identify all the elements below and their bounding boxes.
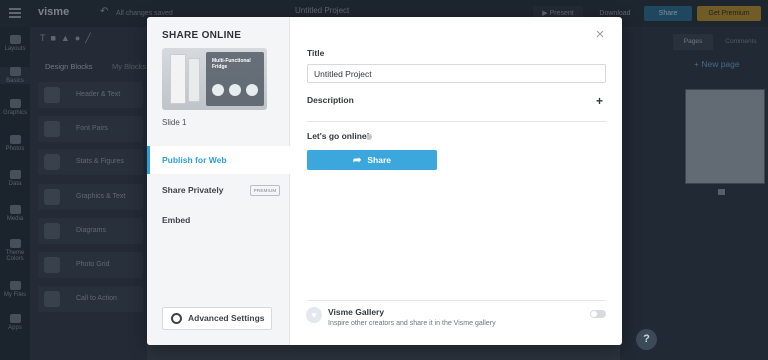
title-input[interactable] — [307, 64, 606, 83]
gallery-title: Visme Gallery — [328, 307, 385, 317]
modal-sidebar: SHARE ONLINE Multi-Functional Fridge Sli… — [147, 17, 291, 345]
thumbnail-heading: Multi-Functional Fridge — [212, 58, 251, 70]
nav-publish-for-web[interactable]: Publish for Web — [147, 146, 291, 174]
gallery-toggle[interactable] — [590, 310, 606, 318]
share-online-modal: SHARE ONLINE Multi-Functional Fridge Sli… — [147, 17, 622, 345]
advanced-settings-label: Advanced Settings — [188, 313, 265, 323]
divider — [307, 300, 606, 301]
gallery-subtitle: Inspire other creators and share it in t… — [328, 320, 496, 327]
description-label[interactable]: Description — [307, 95, 354, 105]
divider — [307, 121, 606, 122]
modal-title: SHARE ONLINE — [162, 30, 242, 41]
slide-thumbnail: Multi-Functional Fridge — [162, 48, 267, 110]
heart-icon: ♥ — [306, 307, 322, 323]
advanced-settings-button[interactable]: Advanced Settings — [162, 307, 272, 330]
premium-badge: PREMIUM — [250, 185, 280, 196]
share-button[interactable]: ➦ Share — [307, 150, 437, 170]
title-label: Title — [307, 48, 325, 58]
slide-label: Slide 1 — [162, 118, 187, 127]
gear-icon — [171, 313, 182, 324]
help-button[interactable]: ? — [636, 329, 657, 350]
status-dot-icon — [366, 134, 372, 140]
nav-embed[interactable]: Embed — [147, 206, 290, 234]
plus-icon[interactable]: + — [596, 94, 603, 108]
lets-go-online-label: Let's go online! — [307, 131, 370, 141]
close-icon[interactable]: × — [593, 27, 607, 42]
share-button-label: Share — [367, 155, 391, 165]
share-arrow-icon: ➦ — [352, 155, 362, 166]
